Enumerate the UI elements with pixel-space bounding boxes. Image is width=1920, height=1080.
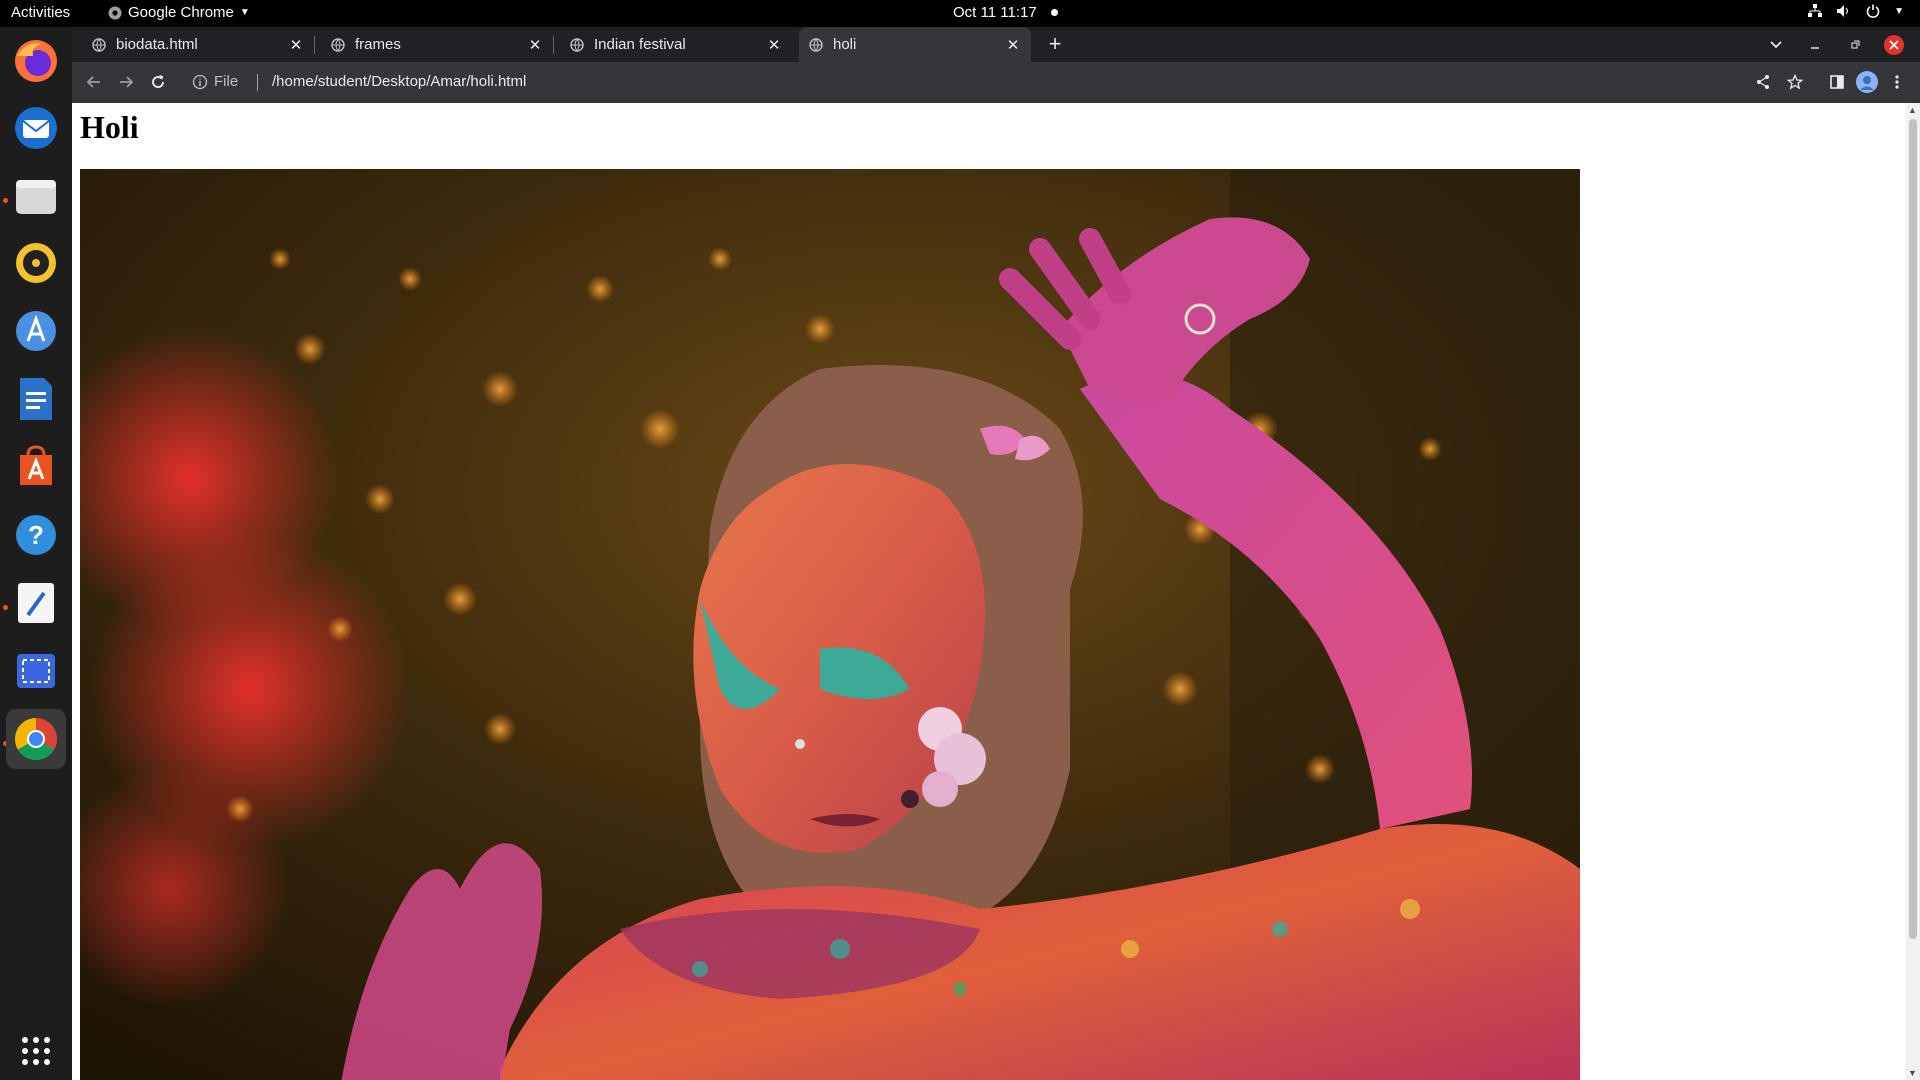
forward-button[interactable] <box>114 70 138 94</box>
close-window-button[interactable] <box>1884 27 1904 62</box>
side-panel-button[interactable] <box>1825 70 1849 94</box>
app-menu-label: Google Chrome <box>128 4 234 21</box>
chevron-down-icon <box>1770 40 1782 48</box>
omnibox-url[interactable]: /home/student/Desktop/Amar/holi.html <box>272 73 526 90</box>
back-button[interactable] <box>82 70 106 94</box>
vertical-scrollbar[interactable]: ▲ ▼ <box>1906 103 1920 1080</box>
profile-button[interactable] <box>1855 70 1879 94</box>
help-icon[interactable]: ? <box>12 511 60 559</box>
gnome-top-bar: Activities Google Chrome ▼ Oct 11 11:17 … <box>0 0 1920 27</box>
page-content: Holi <box>72 103 1906 1080</box>
browser-toolbar: File /home/student/Desktop/Amar/holi.htm… <box>72 62 1920 103</box>
close-icon[interactable]: ✕ <box>1005 36 1021 54</box>
running-indicator <box>3 198 8 203</box>
tab-divider <box>314 36 315 54</box>
scroll-up-icon[interactable]: ▲ <box>1908 105 1917 115</box>
restore-button[interactable] <box>1849 27 1861 62</box>
close-icon[interactable]: ✕ <box>288 36 304 54</box>
share-button[interactable] <box>1751 70 1775 94</box>
tab-indian-festival[interactable]: Indian festival ✕ <box>560 27 792 62</box>
tab-strip: biodata.html ✕ frames ✕ Indian festival … <box>72 27 1920 62</box>
holi-photo-image <box>80 169 1580 1080</box>
tab-frames[interactable]: frames ✕ <box>321 27 553 62</box>
text-editor-icon[interactable] <box>12 579 60 627</box>
rhythmbox-icon[interactable] <box>12 239 60 287</box>
globe-icon <box>92 37 106 52</box>
running-indicator <box>3 605 8 610</box>
ubuntu-software-icon[interactable] <box>12 443 60 491</box>
clock-label: Oct 11 11:17 <box>953 4 1037 21</box>
firefox-icon[interactable] <box>12 37 60 85</box>
tab-divider <box>553 36 554 54</box>
close-icon[interactable]: ✕ <box>766 36 782 54</box>
kebab-menu-icon <box>1895 75 1899 89</box>
screenshot-icon[interactable] <box>12 647 60 695</box>
files-icon[interactable] <box>12 172 60 220</box>
tab-search-button[interactable] <box>1769 27 1783 62</box>
minimize-button[interactable] <box>1809 27 1821 62</box>
holi-photo <box>80 169 1580 1080</box>
tab-biodata[interactable]: biodata.html ✕ <box>82 27 314 62</box>
arrow-right-icon <box>120 76 134 88</box>
avatar-icon <box>1856 71 1878 93</box>
power-icon <box>1866 4 1880 18</box>
system-tray[interactable]: ▼ <box>1808 4 1904 18</box>
tab-label: biodata.html <box>116 36 198 53</box>
chrome-small-icon <box>108 6 122 19</box>
tab-label: holi <box>833 36 857 53</box>
info-icon[interactable] <box>192 74 208 90</box>
omnibox-divider <box>257 74 258 91</box>
tab-holi[interactable]: holi ✕ <box>799 27 1031 62</box>
chrome-window: biodata.html ✕ frames ✕ Indian festival … <box>72 27 1920 1080</box>
chevron-down-icon: ▼ <box>1894 5 1904 17</box>
restore-icon <box>1851 40 1860 48</box>
clock[interactable]: Oct 11 11:17 <box>953 4 1058 21</box>
menu-button[interactable] <box>1885 70 1909 94</box>
globe-icon <box>570 37 584 52</box>
scroll-down-icon[interactable]: ▼ <box>1908 1068 1917 1078</box>
minimize-icon <box>1811 46 1819 49</box>
thunderbird-icon[interactable] <box>12 104 60 152</box>
activities-button[interactable]: Activities <box>11 4 70 21</box>
omnibox-scheme: File <box>214 73 239 90</box>
reload-button[interactable] <box>146 70 170 94</box>
svg-text:?: ? <box>28 520 44 550</box>
close-icon <box>1884 34 1904 55</box>
page-heading: Holi <box>80 109 139 145</box>
side-panel-icon <box>1830 75 1844 89</box>
omnibox[interactable]: File /home/student/Desktop/Amar/holi.htm… <box>180 66 1690 98</box>
network-icon <box>1808 4 1823 17</box>
arrow-left-icon <box>86 76 100 88</box>
notification-dot-icon <box>1050 9 1058 16</box>
show-applications-icon[interactable] <box>12 1027 60 1075</box>
tab-label: frames <box>355 36 401 53</box>
globe-icon <box>809 37 823 52</box>
app-menu[interactable]: Google Chrome ▼ <box>108 4 250 21</box>
volume-icon <box>1837 5 1849 17</box>
globe-icon <box>331 37 345 52</box>
new-tab-button[interactable]: + <box>1042 31 1068 57</box>
dock: ? <box>0 27 72 1080</box>
share-icon <box>1757 75 1769 89</box>
bookmark-button[interactable] <box>1783 70 1807 94</box>
app-center-icon[interactable] <box>12 307 60 355</box>
libreoffice-writer-icon[interactable] <box>12 375 60 423</box>
reload-icon <box>152 75 164 88</box>
star-icon <box>1787 74 1803 90</box>
chrome-icon[interactable] <box>6 709 66 769</box>
close-icon[interactable]: ✕ <box>527 36 543 54</box>
scrollbar-thumb[interactable] <box>1909 119 1917 939</box>
chevron-down-icon: ▼ <box>239 7 250 18</box>
tab-label: Indian festival <box>594 36 686 53</box>
